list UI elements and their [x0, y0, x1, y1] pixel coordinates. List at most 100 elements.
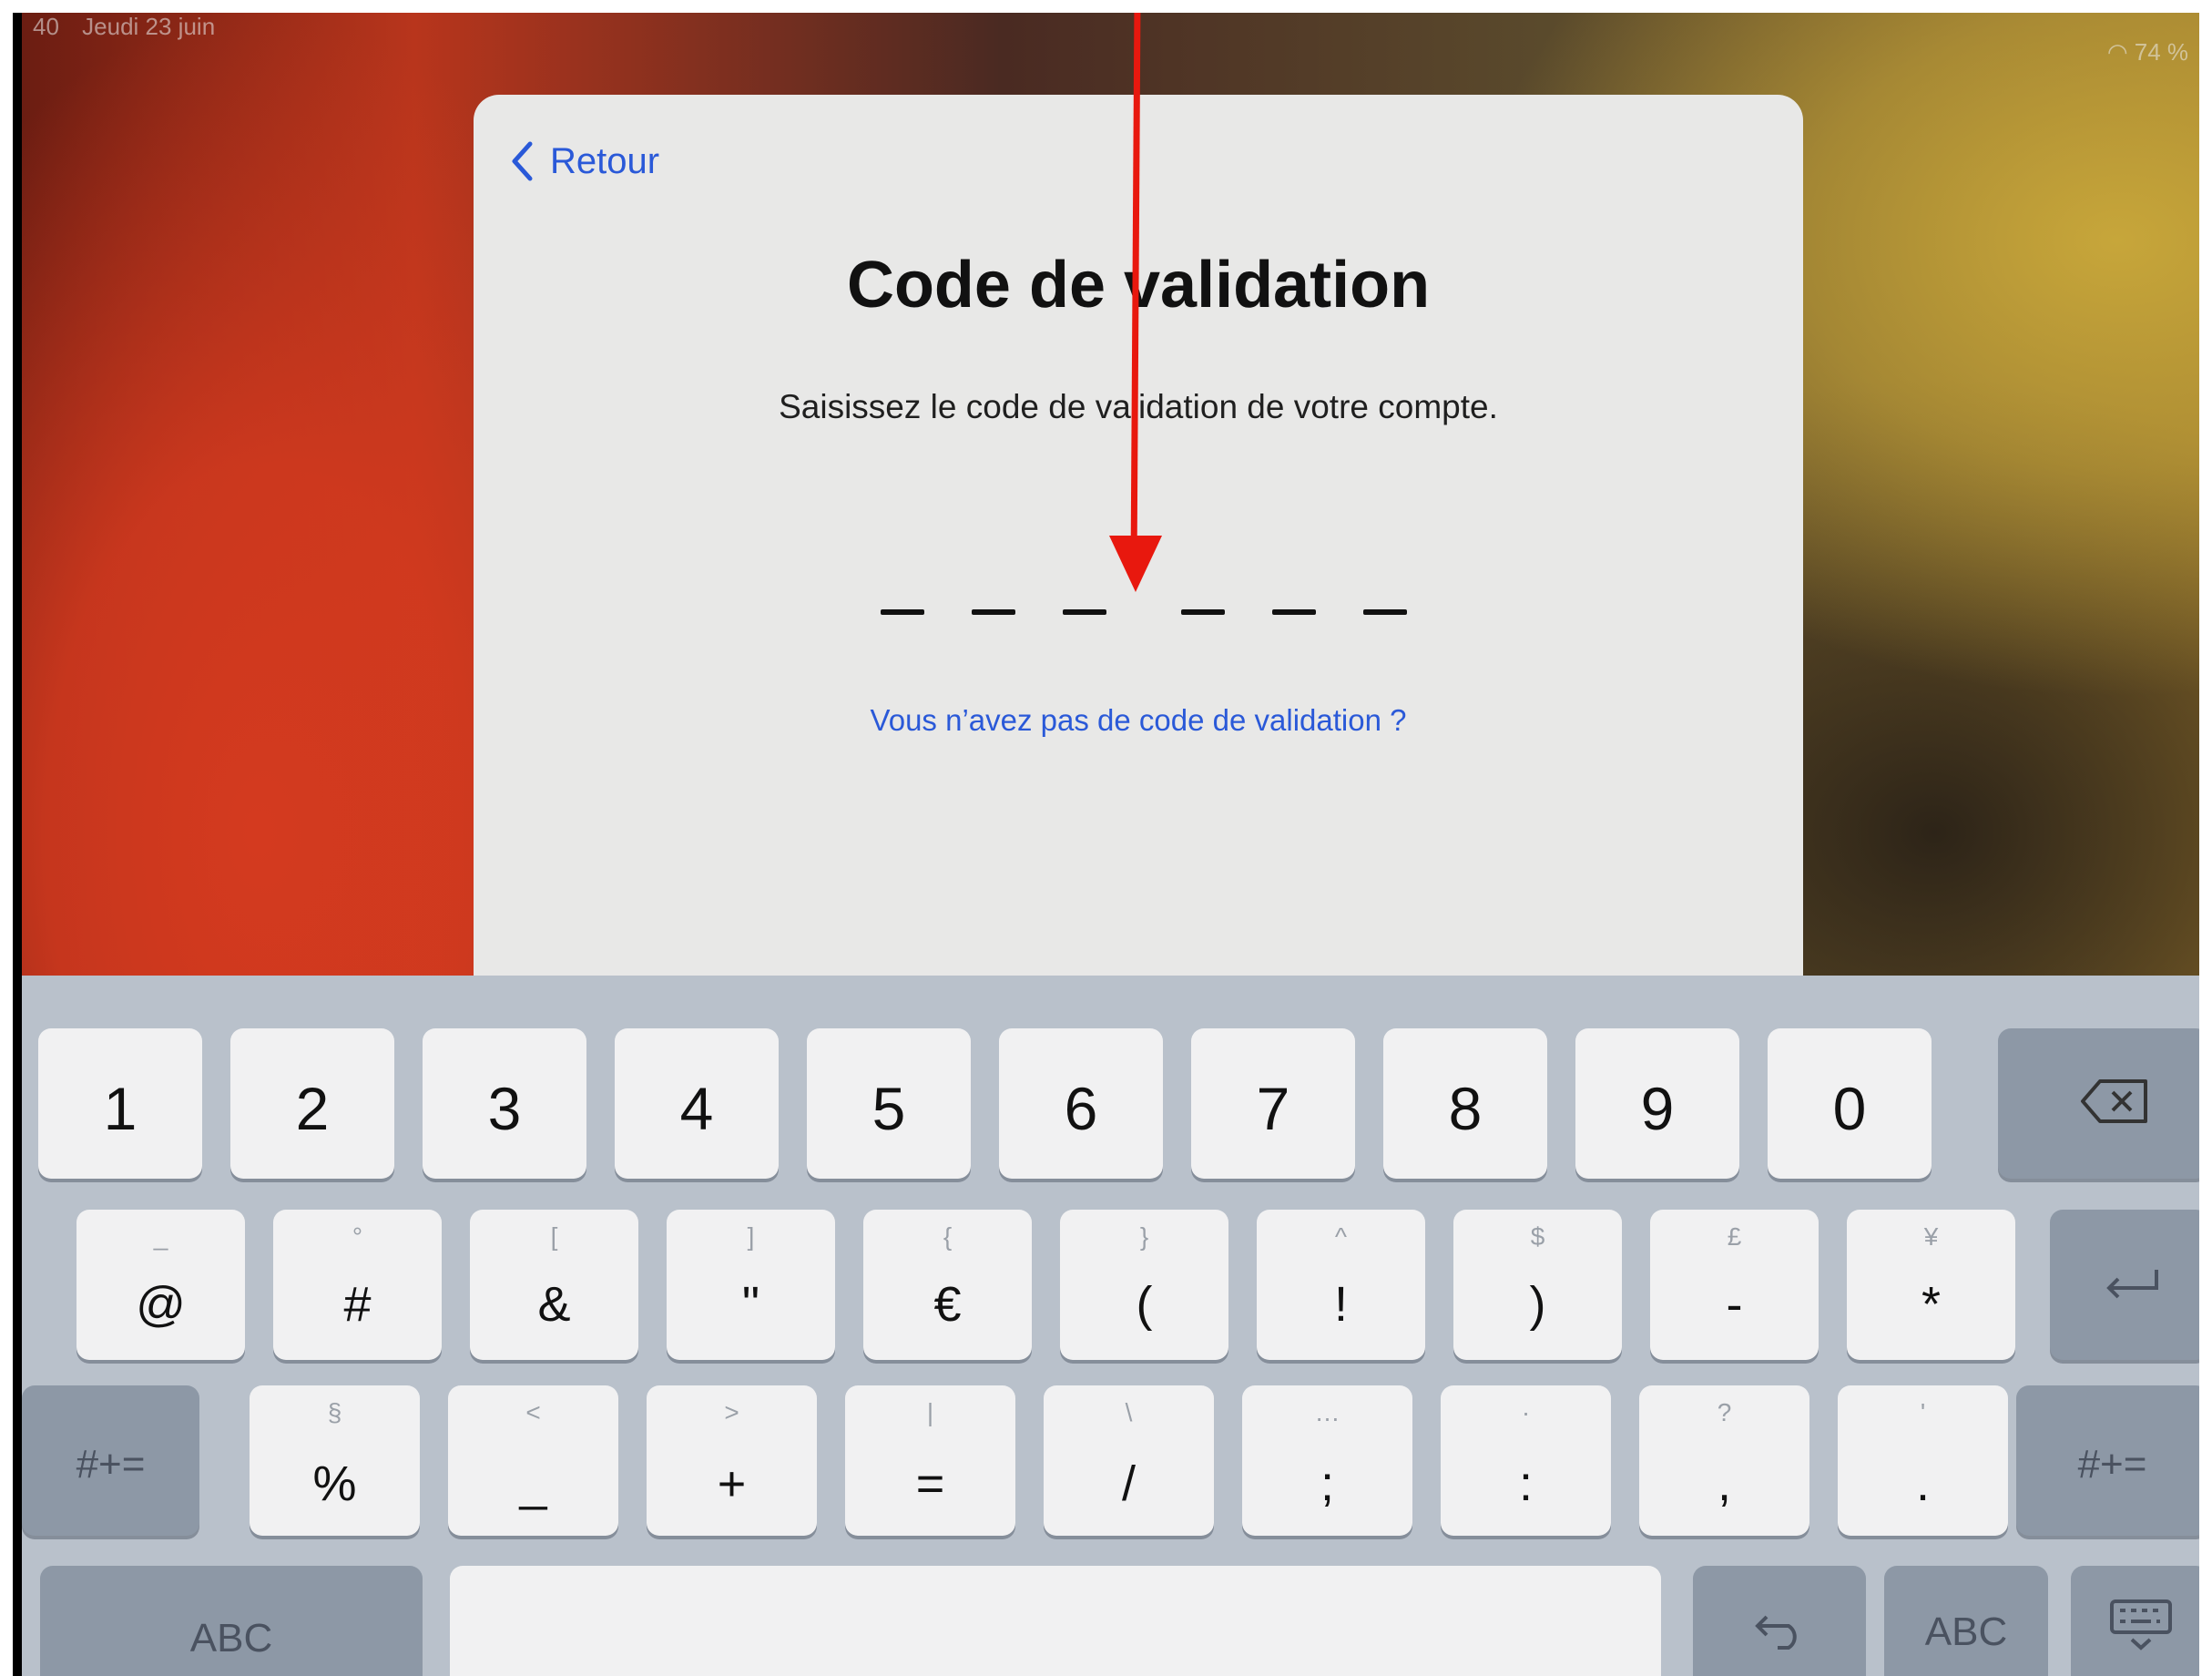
key-label: 3 — [487, 1075, 522, 1142]
symbol-key[interactable]: ·: — [1441, 1385, 1611, 1536]
symbol-key[interactable]: > + — [647, 1385, 817, 1536]
more-symbols-key[interactable]: #+= — [2016, 1385, 2199, 1536]
key-label: 1 — [103, 1075, 138, 1142]
key-label: " — [741, 1277, 760, 1332]
key-label: ABC — [1924, 1610, 2008, 1654]
key-label: 9 — [1640, 1075, 1675, 1142]
key-label: #+= — [76, 1442, 146, 1487]
code-digit-slot — [972, 609, 1015, 615]
key-label: & — [537, 1277, 571, 1332]
key-label: ABC — [189, 1616, 273, 1661]
key-label: 4 — [679, 1075, 714, 1142]
key-label: # — [343, 1277, 372, 1332]
symbol-key[interactable]: §% — [250, 1385, 420, 1536]
key-alt-label: ' — [1920, 1398, 1926, 1426]
key-alt-label: § — [327, 1398, 342, 1426]
back-button[interactable]: Retour — [510, 140, 659, 182]
key-label: @ — [136, 1277, 186, 1332]
key-alt-label: < — [525, 1398, 541, 1426]
key-label: ( — [1136, 1277, 1153, 1332]
key-7[interactable]: 7 — [1191, 1028, 1355, 1179]
key-label: 6 — [1064, 1075, 1098, 1142]
key-alt-label: > — [724, 1398, 739, 1426]
symbol-key[interactable]: [& — [470, 1210, 638, 1360]
key-label: ; — [1320, 1456, 1334, 1511]
delete-key[interactable] — [1998, 1028, 2199, 1179]
symbol-key[interactable]: ¥ * — [1847, 1210, 2015, 1360]
key-3[interactable]: 3 — [423, 1028, 586, 1179]
key-alt-label: } — [1139, 1222, 1149, 1251]
symbol-key[interactable]: '. — [1838, 1385, 2008, 1536]
symbol-key[interactable]: | = — [845, 1385, 1015, 1536]
delete-icon — [2080, 1078, 2149, 1129]
symbol-key[interactable]: _ @ — [76, 1210, 245, 1360]
key-label: 5 — [872, 1075, 906, 1142]
code-digit-slot — [1272, 609, 1316, 615]
key-6[interactable]: 6 — [999, 1028, 1163, 1179]
key-label: * — [1921, 1277, 1941, 1332]
keyboard-dismiss-icon — [2109, 1599, 2173, 1658]
status-time: 40 — [33, 13, 59, 40]
battery-percent: 74 % — [2134, 38, 2188, 66]
key-alt-label: ^ — [1334, 1222, 1348, 1251]
key-5[interactable]: 5 — [807, 1028, 971, 1179]
return-key[interactable] — [2050, 1210, 2199, 1360]
more-symbols-key[interactable]: #+= — [22, 1385, 199, 1536]
key-label: ! — [1333, 1277, 1348, 1332]
symbol-key[interactable]: ^! — [1257, 1210, 1425, 1360]
onscreen-keyboard: 1 2 3 4 5 6 7 8 9 0 _ @ ° #[&] "{€}(^! $) £ - ¥ * #+= §% < _ > + |… — [22, 976, 2199, 1676]
key-8[interactable]: 8 — [1383, 1028, 1547, 1179]
key-2[interactable]: 2 — [230, 1028, 394, 1179]
key-label: , — [1717, 1456, 1731, 1511]
abc-key[interactable]: ABC — [1884, 1566, 2048, 1676]
key-alt-label: { — [943, 1222, 953, 1251]
code-digit-slot — [881, 609, 924, 615]
key-label: = — [915, 1456, 945, 1511]
key-label: 7 — [1256, 1075, 1290, 1142]
wifi-icon: ◠ — [2106, 38, 2128, 66]
key-label: 8 — [1448, 1075, 1483, 1142]
key-alt-label: [ — [550, 1222, 558, 1251]
key-alt-label: | — [926, 1398, 934, 1426]
dismiss-keyboard-key[interactable] — [2071, 1566, 2199, 1676]
page-subtitle: Saisissez le code de validation de votre… — [779, 388, 1498, 425]
undo-key[interactable] — [1693, 1566, 1866, 1676]
undo-icon — [1752, 1610, 1807, 1654]
key-label: + — [717, 1456, 747, 1511]
space-key[interactable] — [450, 1566, 1661, 1676]
symbol-key[interactable]: < _ — [448, 1385, 618, 1536]
symbol-key[interactable]: \ / — [1044, 1385, 1214, 1536]
key-1[interactable]: 1 — [38, 1028, 202, 1179]
symbol-key[interactable]: £ - — [1650, 1210, 1819, 1360]
key-label: 2 — [295, 1075, 330, 1142]
key-alt-label: ¥ — [1923, 1222, 1939, 1251]
abc-key[interactable]: ABC — [40, 1566, 423, 1676]
symbol-key[interactable]: ?, — [1639, 1385, 1809, 1536]
page-title: Code de validation — [846, 249, 1431, 322]
key-alt-label: _ — [153, 1222, 168, 1251]
chevron-left-icon — [510, 140, 534, 182]
key-alt-label: ? — [1717, 1398, 1732, 1426]
key-label: € — [933, 1277, 962, 1332]
back-label: Retour — [550, 140, 660, 181]
symbol-key[interactable]: {€ — [863, 1210, 1032, 1360]
symbol-key[interactable]: }( — [1060, 1210, 1228, 1360]
no-code-link[interactable]: Vous n’avez pas de code de validation ? — [474, 703, 1803, 738]
key-label: ) — [1529, 1277, 1546, 1332]
symbol-key[interactable]: ] " — [667, 1210, 835, 1360]
key-0[interactable]: 0 — [1768, 1028, 1932, 1179]
ipad-screen: 40 Jeudi 23 juin ◠ 74 % Retour Code de v… — [13, 13, 2199, 1676]
key-label: _ — [519, 1456, 547, 1511]
symbol-key[interactable]: $) — [1453, 1210, 1622, 1360]
key-label: #+= — [2077, 1442, 2147, 1487]
key-9[interactable]: 9 — [1575, 1028, 1739, 1179]
key-alt-label: $ — [1530, 1222, 1545, 1251]
return-icon — [2100, 1266, 2164, 1307]
validation-code-input[interactable] — [881, 609, 1427, 637]
key-label: / — [1121, 1456, 1136, 1511]
key-4[interactable]: 4 — [615, 1028, 779, 1179]
key-alt-label: · — [1521, 1398, 1531, 1426]
key-alt-label: ] — [747, 1222, 755, 1251]
symbol-key[interactable]: ° # — [273, 1210, 442, 1360]
symbol-key[interactable]: …; — [1242, 1385, 1412, 1536]
